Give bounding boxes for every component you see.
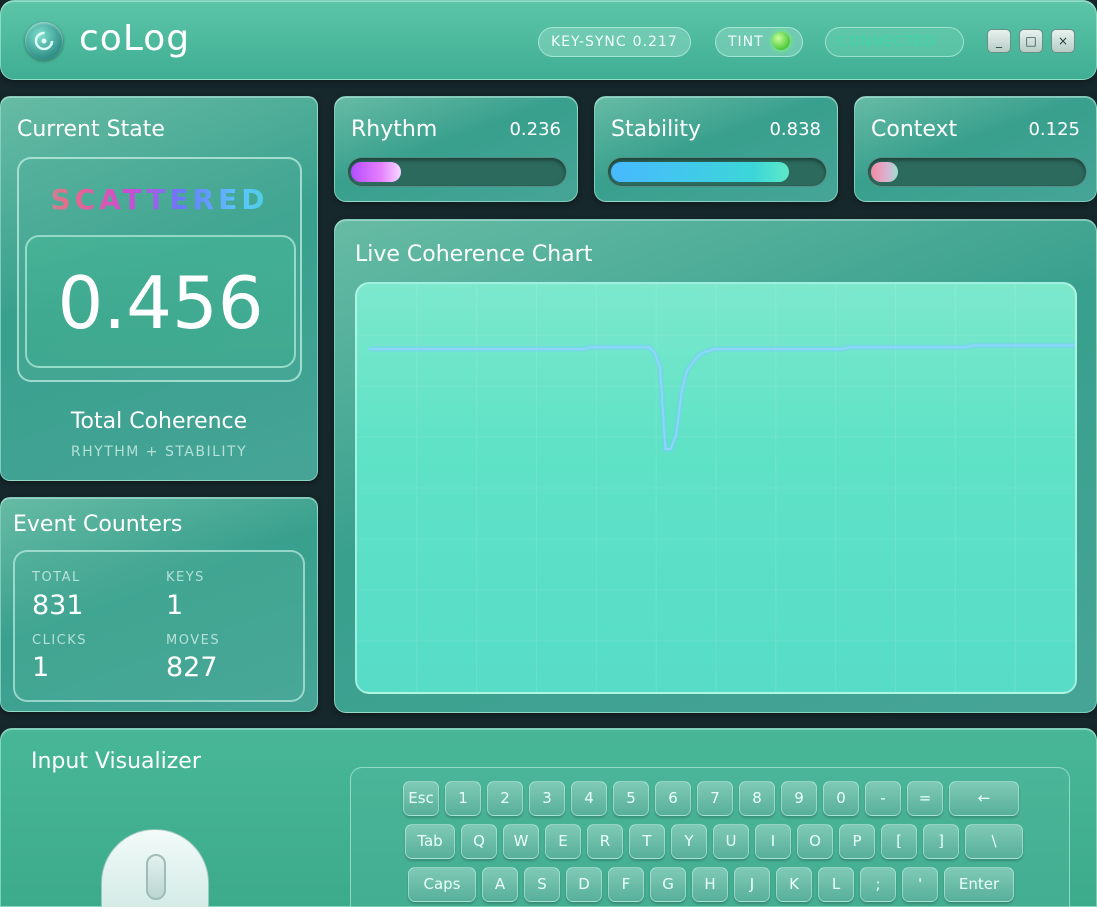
minimize-button[interactable]: _ <box>987 29 1011 53</box>
current-state-panel: Current State SCATTERED 0.456 Total Cohe… <box>0 96 318 481</box>
key-4[interactable]: F <box>608 867 644 902</box>
chart-title: Live Coherence Chart <box>355 242 593 267</box>
metric-progress-track <box>607 157 827 187</box>
key-5[interactable]: T <box>629 824 665 859</box>
key-sync-value: 0.217 <box>632 34 678 50</box>
state-frame: SCATTERED 0.456 <box>17 157 302 382</box>
key-6[interactable]: Y <box>671 824 707 859</box>
counter-value-moves: 827 <box>166 652 218 683</box>
metric-value: 0.236 <box>509 119 561 140</box>
key-4[interactable]: R <box>587 824 623 859</box>
key-2[interactable]: W <box>503 824 539 859</box>
key-4[interactable]: 4 <box>571 781 607 816</box>
series-line-glow <box>369 342 1075 452</box>
key-7[interactable]: 7 <box>697 781 733 816</box>
tint-label: TINT <box>728 34 764 50</box>
key-1[interactable]: Q <box>461 824 497 859</box>
counter-value-keys: 1 <box>166 590 184 621</box>
tint-indicator-icon <box>771 32 790 50</box>
total-coherence-subtitle: RHYTHM + STABILITY <box>70 444 248 460</box>
coherence-value: 0.456 <box>57 261 264 345</box>
metric-card-stability: Stability 0.838 <box>594 96 838 202</box>
counter-label-clicks: CLICKS <box>32 633 88 648</box>
coherence-chart <box>355 282 1077 694</box>
state-word: SCATTERED <box>19 183 300 216</box>
key-10[interactable]: ; <box>860 867 896 902</box>
key-13[interactable]: ← <box>949 781 1019 816</box>
key-8[interactable]: K <box>776 867 812 902</box>
key-8[interactable]: 8 <box>739 781 775 816</box>
close-button[interactable]: × <box>1051 29 1075 53</box>
metric-card-rhythm: Rhythm 0.236 <box>334 96 578 202</box>
metric-progress-track <box>867 157 1087 187</box>
key-6[interactable]: H <box>692 867 728 902</box>
counters-box: TOTAL 831 KEYS 1 CLICKS 1 MOVES 827 <box>13 550 305 702</box>
metric-progress-fill <box>611 162 789 182</box>
coherence-chart-panel: Live Coherence Chart <box>334 219 1097 713</box>
event-counters-panel: Event Counters TOTAL 831 KEYS 1 CLICKS 1… <box>0 497 318 712</box>
key-0[interactable]: Tab <box>405 824 455 859</box>
current-state-title: Current State <box>17 117 165 142</box>
input-visualizer-panel: Input Visualizer Esc 1 2 3 4 5 6 7 8 9 0- = ← Tab Q W E R… <box>0 728 1097 907</box>
counter-label-total: TOTAL <box>32 570 81 585</box>
metric-label: Stability <box>611 117 702 142</box>
key-9[interactable]: L <box>818 867 854 902</box>
key-13[interactable]: \ <box>965 824 1023 859</box>
key-0[interactable]: Caps <box>408 867 476 902</box>
counter-label-keys: KEYS <box>166 570 205 585</box>
mouse-wheel-icon <box>146 854 166 900</box>
key-sync-label: KEY-SYNC <box>551 34 627 50</box>
counter-value-total: 831 <box>32 590 84 621</box>
metric-card-context: Context 0.125 <box>854 96 1097 202</box>
key-11[interactable]: ' <box>902 867 938 902</box>
input-visualizer-title: Input Visualizer <box>31 749 201 774</box>
key-12[interactable]: = <box>907 781 943 816</box>
key-3[interactable]: 3 <box>529 781 565 816</box>
maximize-button[interactable]: □ <box>1019 29 1043 53</box>
metric-progress-fill <box>871 162 898 182</box>
metric-value: 0.838 <box>769 119 821 140</box>
key-0[interactable]: Esc <box>403 781 439 816</box>
mouse-icon <box>101 829 209 907</box>
key-1[interactable]: A <box>482 867 518 902</box>
key-5[interactable]: G <box>650 867 686 902</box>
key-2[interactable]: S <box>524 867 560 902</box>
total-coherence-label: Total Coherence <box>70 409 248 434</box>
counter-value-clicks: 1 <box>32 652 50 683</box>
key-1[interactable]: 1 <box>445 781 481 816</box>
event-counters-title: Event Counters <box>13 512 183 537</box>
virtual-keyboard: Esc 1 2 3 4 5 6 7 8 9 0- = ← Tab Q W E R T Y U I O P[] \ Caps A S D F… <box>350 767 1070 907</box>
key-3[interactable]: D <box>566 867 602 902</box>
coherence-value-box: 0.456 <box>25 235 296 368</box>
key-12[interactable]: ] <box>923 824 959 859</box>
metric-value: 0.125 <box>1028 119 1080 140</box>
metric-progress-fill <box>351 162 401 182</box>
logo-icon <box>25 22 63 60</box>
metric-progress-track <box>347 157 567 187</box>
key-7[interactable]: U <box>713 824 749 859</box>
key-9[interactable]: 9 <box>781 781 817 816</box>
app-title: coLog <box>79 18 191 59</box>
key-2[interactable]: 2 <box>487 781 523 816</box>
key-10[interactable]: P <box>839 824 875 859</box>
app-header: coLog KEY-SYNC 0.217 TINT CONNECTED _ □ × <box>0 0 1097 80</box>
key-5[interactable]: 5 <box>613 781 649 816</box>
key-7[interactable]: J <box>734 867 770 902</box>
tint-toggle[interactable]: TINT <box>715 27 803 57</box>
key-8[interactable]: I <box>755 824 791 859</box>
key-10[interactable]: 0 <box>823 781 859 816</box>
key-11[interactable]: [ <box>881 824 917 859</box>
key-12[interactable]: Enter <box>944 867 1014 902</box>
key-sync-badge: KEY-SYNC 0.217 <box>538 27 691 57</box>
key-3[interactable]: E <box>545 824 581 859</box>
metric-label: Rhythm <box>351 117 438 142</box>
key-11[interactable]: - <box>865 781 901 816</box>
metric-label: Context <box>871 117 958 142</box>
coherence-series-line <box>369 344 1075 450</box>
key-6[interactable]: 6 <box>655 781 691 816</box>
coherence-chart-svg <box>357 284 1075 692</box>
counter-label-moves: MOVES <box>166 633 221 648</box>
connection-status-badge: CONNECTED <box>825 27 964 57</box>
key-9[interactable]: O <box>797 824 833 859</box>
